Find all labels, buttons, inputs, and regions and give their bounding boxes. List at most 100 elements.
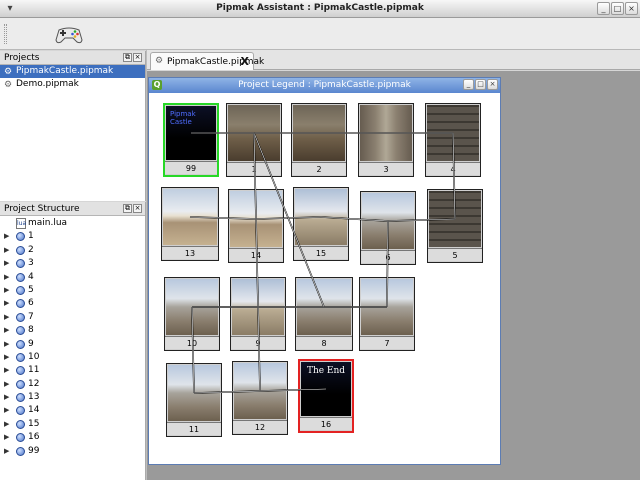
link-line — [320, 216, 389, 222]
close-tab-icon[interactable]: X — [241, 55, 249, 68]
project-item-label: PipmakCastle.pipmak — [16, 66, 114, 76]
gamepad-icon[interactable] — [54, 22, 84, 46]
tree-item-node[interactable]: ▶ 14 — [0, 404, 145, 417]
legend-close-button[interactable]: × — [487, 79, 498, 90]
projects-panel-header: Projects ⧉ × — [0, 51, 145, 65]
node-icon — [16, 232, 25, 242]
project-structure-tree: lua main.lua ▶ 1 ▶ 2 ▶ 3 ▶ 4 ▶ 5 ▶ 6 ▶ 7 ▶ 8 ▶ 9 ▶ 10 ▶ 11 ▶ 12 ▶ 1… — [0, 216, 145, 458]
tree-item-node[interactable]: ▶ 10 — [0, 351, 145, 364]
tree-item-label: 10 — [28, 351, 40, 362]
float-panel-icon[interactable]: ⧉ — [123, 53, 132, 62]
tree-item-label: 7 — [28, 311, 34, 322]
legend-title: Project Legend : PipmakCastle.pipmak — [238, 80, 411, 90]
window-title: Pipmak Assistant : PipmakCastle.pipmak — [216, 3, 424, 13]
expand-arrow-icon[interactable]: ▶ — [4, 391, 9, 404]
expand-arrow-icon[interactable]: ▶ — [4, 351, 9, 364]
tree-item-node[interactable]: ▶ 13 — [0, 391, 145, 404]
close-panel-icon[interactable]: × — [133, 204, 142, 213]
close-button[interactable]: × — [625, 2, 638, 15]
expand-arrow-icon[interactable]: ▶ — [4, 297, 9, 310]
expand-arrow-icon[interactable]: ▶ — [4, 271, 9, 284]
project-structure-panel: Project Structure ⧉ × lua main.lua ▶ 1 ▶ 2 ▶ 3 ▶… — [0, 202, 146, 480]
tree-item-label: 15 — [28, 418, 40, 429]
tree-item-node[interactable]: ▶ 3 — [0, 257, 145, 270]
tree-item-label: 13 — [28, 392, 40, 403]
expand-arrow-icon[interactable]: ▶ — [4, 404, 9, 417]
tree-item-label: main.lua — [28, 218, 68, 228]
node-icon — [16, 393, 25, 403]
tree-item-label: 11 — [28, 365, 40, 376]
link-line — [253, 132, 261, 392]
expand-arrow-icon[interactable]: ▶ — [4, 445, 9, 458]
float-panel-icon[interactable]: ⧉ — [123, 204, 132, 213]
tree-item-node[interactable]: ▶ 6 — [0, 297, 145, 310]
legend-maximize-button[interactable]: □ — [475, 79, 486, 90]
expand-arrow-icon[interactable]: ▶ — [4, 324, 9, 337]
project-item-demo[interactable]: ⚙ Demo.pipmak — [0, 78, 145, 91]
node-icon — [16, 419, 25, 429]
expand-arrow-icon[interactable]: ▶ — [4, 230, 9, 243]
expand-arrow-icon[interactable]: ▶ — [4, 284, 9, 297]
tree-item-node[interactable]: ▶ 9 — [0, 338, 145, 351]
tree-item-label: 5 — [28, 284, 34, 295]
tree-item-label: 1 — [28, 231, 34, 242]
tree-item-main-lua[interactable]: lua main.lua — [0, 217, 145, 230]
node-icon — [16, 326, 25, 336]
expand-arrow-icon[interactable]: ▶ — [4, 418, 9, 431]
expand-arrow-icon[interactable]: ▶ — [4, 378, 9, 391]
legend-titlebar[interactable]: Q Project Legend : PipmakCastle.pipmak _… — [149, 78, 500, 93]
tree-item-label: 3 — [28, 258, 34, 269]
lua-file-icon: lua — [16, 218, 27, 229]
node-icon — [16, 406, 25, 416]
expand-arrow-icon[interactable]: ▶ — [4, 364, 9, 377]
expand-arrow-icon[interactable]: ▶ — [4, 338, 9, 351]
tree-item-node[interactable]: ▶ 2 — [0, 244, 145, 257]
expand-arrow-icon[interactable]: ▶ — [4, 257, 9, 270]
tree-item-node[interactable]: ▶ 4 — [0, 271, 145, 284]
tree-item-node[interactable]: ▶ 7 — [0, 311, 145, 324]
tree-item-node[interactable]: ▶ 12 — [0, 378, 145, 391]
tree-item-node[interactable]: ▶ 1 — [0, 230, 145, 243]
expand-arrow-icon[interactable]: ▶ — [4, 244, 9, 257]
tab-pipmakcastle[interactable]: ⚙ PipmakCastle.pipmak X — [150, 52, 264, 70]
toolbar-grip-icon[interactable] — [4, 24, 7, 44]
maximize-button[interactable]: □ — [611, 2, 624, 15]
tree-item-label: 12 — [28, 378, 40, 389]
tree-item-node[interactable]: ▶ 5 — [0, 284, 145, 297]
legend-minimize-button[interactable]: _ — [463, 79, 474, 90]
expand-arrow-icon[interactable]: ▶ — [4, 311, 9, 324]
tree-item-label: 4 — [28, 271, 34, 282]
node-icon — [16, 339, 25, 349]
expand-arrow-icon[interactable]: ▶ — [4, 431, 9, 444]
window-titlebar: ▾ Pipmak Assistant : PipmakCastle.pipmak… — [0, 0, 640, 18]
project-structure-title: Project Structure — [4, 204, 80, 214]
node-icon — [16, 245, 25, 255]
legend-canvas: Pipmak Castle99123413141565109871112The … — [149, 93, 500, 464]
tree-item-node[interactable]: ▶ 16 — [0, 431, 145, 444]
project-legend-window[interactable]: Q Project Legend : PipmakCastle.pipmak _… — [148, 77, 501, 465]
tree-item-label: 9 — [28, 338, 34, 349]
node-icon — [16, 446, 25, 456]
node-icon — [16, 299, 25, 309]
minimize-button[interactable]: _ — [597, 2, 610, 15]
node-icon — [16, 433, 25, 443]
tree-item-node[interactable]: ▶ 8 — [0, 324, 145, 337]
tree-item-node[interactable]: ▶ 99 — [0, 445, 145, 458]
projects-panel: Projects ⧉ × ⚙ PipmakCastle.pipmak ⚙ Dem… — [0, 51, 146, 201]
project-item-label: Demo.pipmak — [16, 79, 79, 89]
project-item-pipmakcastle[interactable]: ⚙ PipmakCastle.pipmak — [0, 65, 145, 78]
toolbar — [0, 18, 640, 50]
tree-item-label: 16 — [28, 432, 40, 443]
tree-item-node[interactable]: ▶ 11 — [0, 364, 145, 377]
tree-item-node[interactable]: ▶ 15 — [0, 418, 145, 431]
tree-item-label: 14 — [28, 405, 40, 416]
node-icon — [16, 366, 25, 376]
project-structure-header: Project Structure ⧉ × — [0, 202, 145, 216]
close-panel-icon[interactable]: × — [133, 53, 142, 62]
tab-bar: ⚙ PipmakCastle.pipmak X — [147, 50, 640, 70]
node-icon — [16, 379, 25, 389]
projects-panel-title: Projects — [4, 53, 40, 63]
gear-icon: ⚙ — [155, 56, 164, 66]
node-icon — [16, 312, 25, 322]
tab-label: PipmakCastle.pipmak — [167, 57, 265, 67]
